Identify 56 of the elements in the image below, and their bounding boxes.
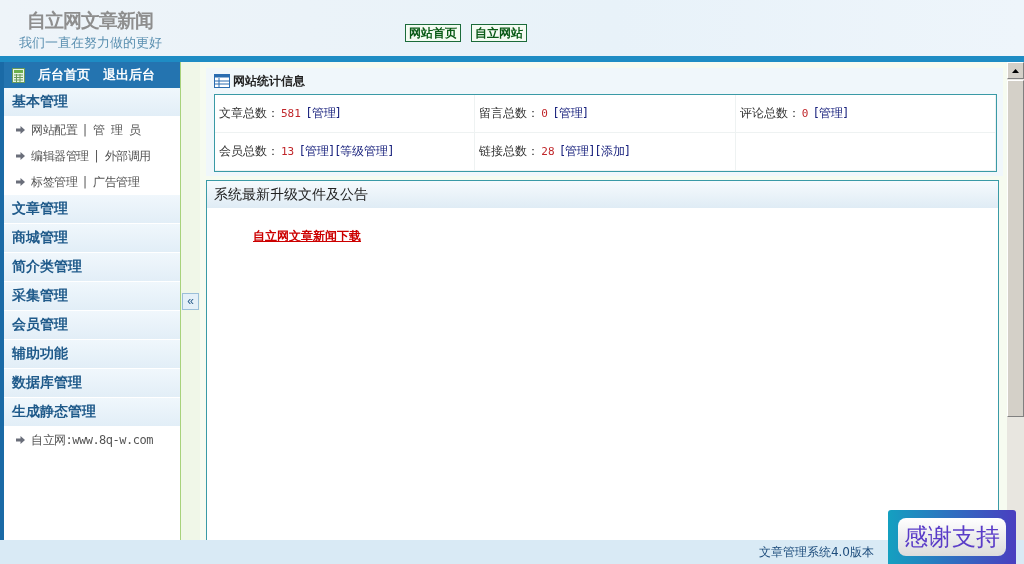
collapse-button[interactable]: « (182, 292, 199, 310)
menu-link[interactable]: 编辑器管理 (31, 147, 89, 165)
menu-group-title[interactable]: 简介类管理 (4, 253, 180, 282)
stat-value: 0 (801, 107, 809, 120)
stat-label: 会员总数： (219, 143, 279, 160)
menu-link[interactable]: 广告管理 (93, 173, 140, 191)
stat-value: 0 (541, 107, 548, 120)
panel-title: 网站统计信息 (233, 72, 305, 90)
thanks-badge[interactable]: 感谢支持 (888, 510, 1016, 564)
menu-link[interactable]: 网站配置 (31, 121, 77, 139)
menu-group-title[interactable]: 基本管理 (4, 88, 180, 117)
arrow-icon (16, 178, 25, 186)
separator-text: | (83, 123, 88, 137)
manage-link[interactable]: [管理] (306, 105, 341, 122)
stat-label: 留言总数： (479, 105, 540, 122)
menu-group-title[interactable]: 文章管理 (4, 195, 180, 224)
nav-link[interactable]: 自立网站 (471, 24, 527, 42)
nav-link[interactable]: 网站首页 (405, 24, 461, 42)
arrow-icon (16, 152, 25, 160)
menu-group-title[interactable]: 生成静态管理 (4, 398, 180, 427)
menu-group-title[interactable]: 会员管理 (4, 311, 180, 340)
separator-text: | (94, 149, 99, 163)
menu-group-title[interactable]: 商城管理 (4, 224, 180, 253)
manage-link[interactable]: [添加] (595, 143, 630, 160)
stat-value: 13 (281, 145, 295, 158)
menu-link[interactable]: 自立网:www.8q-w.com (31, 431, 153, 449)
menu-link[interactable]: 外部调用 (104, 147, 151, 165)
stat-value: 581 (281, 107, 301, 120)
logo-title: 自立网文章新闻 (27, 8, 153, 33)
menu-group-title[interactable]: 采集管理 (4, 282, 180, 311)
scrollbar[interactable] (1007, 62, 1024, 540)
logo-slogan: 我们一直在努力做的更好 (18, 34, 162, 52)
stat-label: 文章总数： (219, 105, 279, 122)
calculator-icon (12, 67, 25, 83)
announcement-title: 系统最新升级文件及公告 (207, 181, 998, 208)
download-link[interactable]: 自立网文章新闻下载 (253, 229, 361, 243)
manage-link[interactable]: [管理] (553, 105, 588, 122)
manage-link[interactable]: [管理] (300, 143, 334, 160)
version-text: 文章管理系统4.0版本 (758, 543, 874, 561)
arrow-icon (16, 436, 25, 444)
menu-group-title[interactable]: 辅助功能 (4, 340, 180, 369)
stat-label: 链接总数： (479, 143, 540, 160)
sidebar-top-link[interactable]: 后台首页 (38, 66, 90, 84)
manage-link[interactable]: [等级管理] (335, 143, 393, 160)
separator-text: | (83, 175, 88, 189)
manage-link[interactable]: [管理] (814, 105, 848, 122)
menu-link[interactable]: 管 理 员 (93, 121, 141, 139)
table-icon (214, 74, 230, 88)
arrow-icon (16, 126, 25, 134)
manage-link[interactable]: [管理] (560, 143, 594, 160)
stat-label: 评论总数： (739, 105, 800, 122)
sidebar-top-link[interactable]: 退出后台 (103, 66, 155, 84)
stat-value: 28 (541, 145, 555, 158)
menu-group-title[interactable]: 数据库管理 (4, 369, 180, 398)
menu-link[interactable]: 标签管理 (31, 173, 77, 191)
up-arrow-icon (1012, 68, 1019, 73)
